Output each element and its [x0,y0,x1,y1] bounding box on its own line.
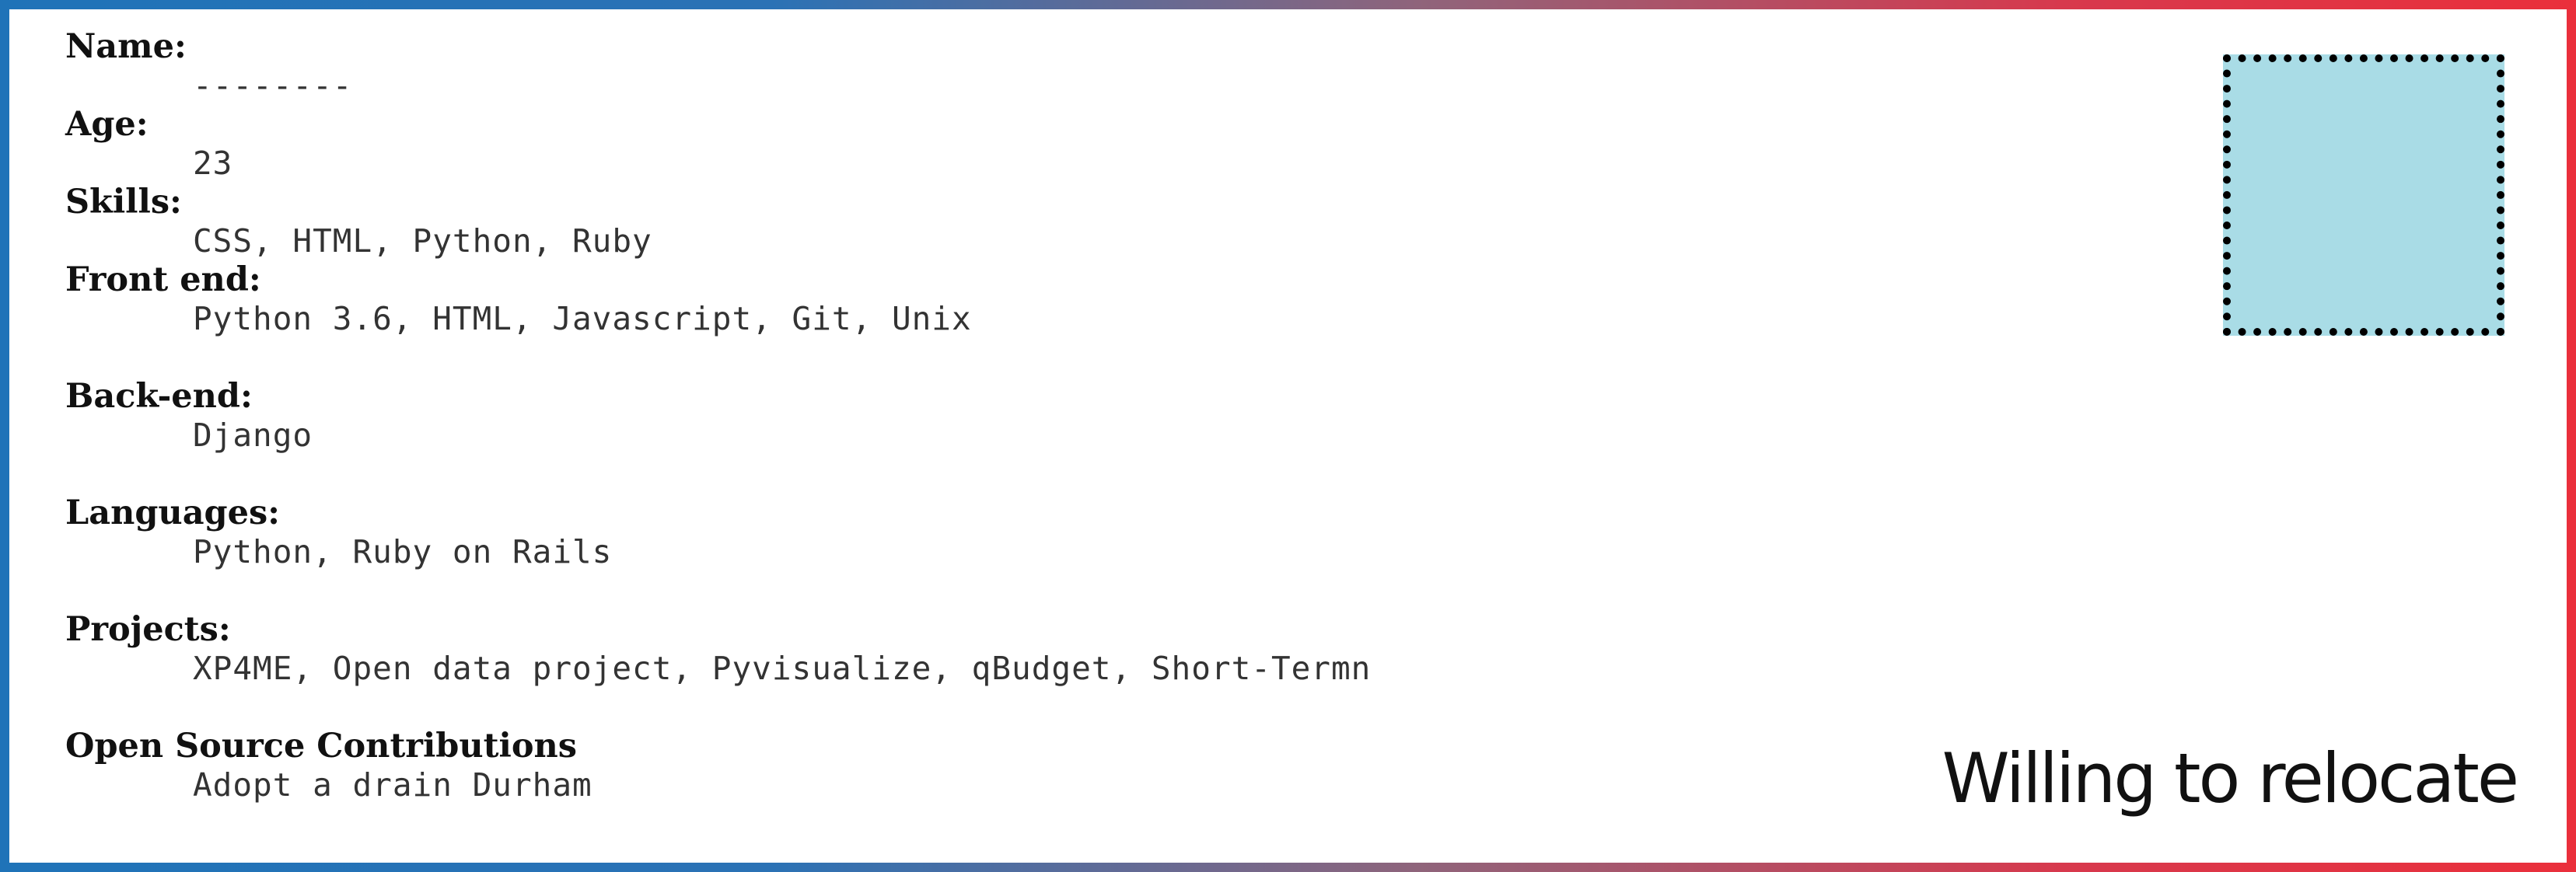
age-value: 23 [193,145,233,182]
profile-card: Name: -------- Age: 23 Skills: CSS, HTML… [0,0,2576,872]
willing-to-relocate-text: Willing to relocate [1942,738,2519,818]
age-label: Age: [65,105,149,144]
back-end-value: Django [193,417,313,454]
projects-label: Projects: [65,610,231,649]
open-source-value: Adopt a drain Durham [193,766,592,804]
profile-photo-placeholder [2223,54,2504,336]
front-end-value: Python 3.6, HTML, Javascript, Git, Unix [193,300,972,337]
profile-fields: Name: -------- Age: 23 Skills: CSS, HTML… [65,26,1854,804]
front-end-field: Front end: Python 3.6, HTML, Javascript,… [65,260,1854,337]
back-end-field: Back-end: Django [65,376,1854,454]
projects-field: Projects: XP4ME, Open data project, Pyvi… [65,609,1854,687]
age-field: Age: 23 [65,104,1854,182]
open-source-field: Open Source Contributions Adopt a drain … [65,726,1854,804]
open-source-label: Open Source Contributions [65,727,577,766]
skills-value: CSS, HTML, Python, Ruby [193,222,652,260]
name-value: -------- [193,67,353,104]
skills-field: Skills: CSS, HTML, Python, Ruby [65,182,1854,260]
languages-field: Languages: Python, Ruby on Rails [65,493,1854,570]
name-field: Name: -------- [65,26,1854,104]
front-end-label: Front end: [65,260,261,299]
projects-value: XP4ME, Open data project, Pyvisualize, q… [193,650,1372,687]
back-end-label: Back-end: [65,377,253,416]
skills-label: Skills: [65,183,182,221]
languages-label: Languages: [65,494,281,532]
name-label: Name: [65,27,187,66]
languages-value: Python, Ruby on Rails [193,533,613,570]
